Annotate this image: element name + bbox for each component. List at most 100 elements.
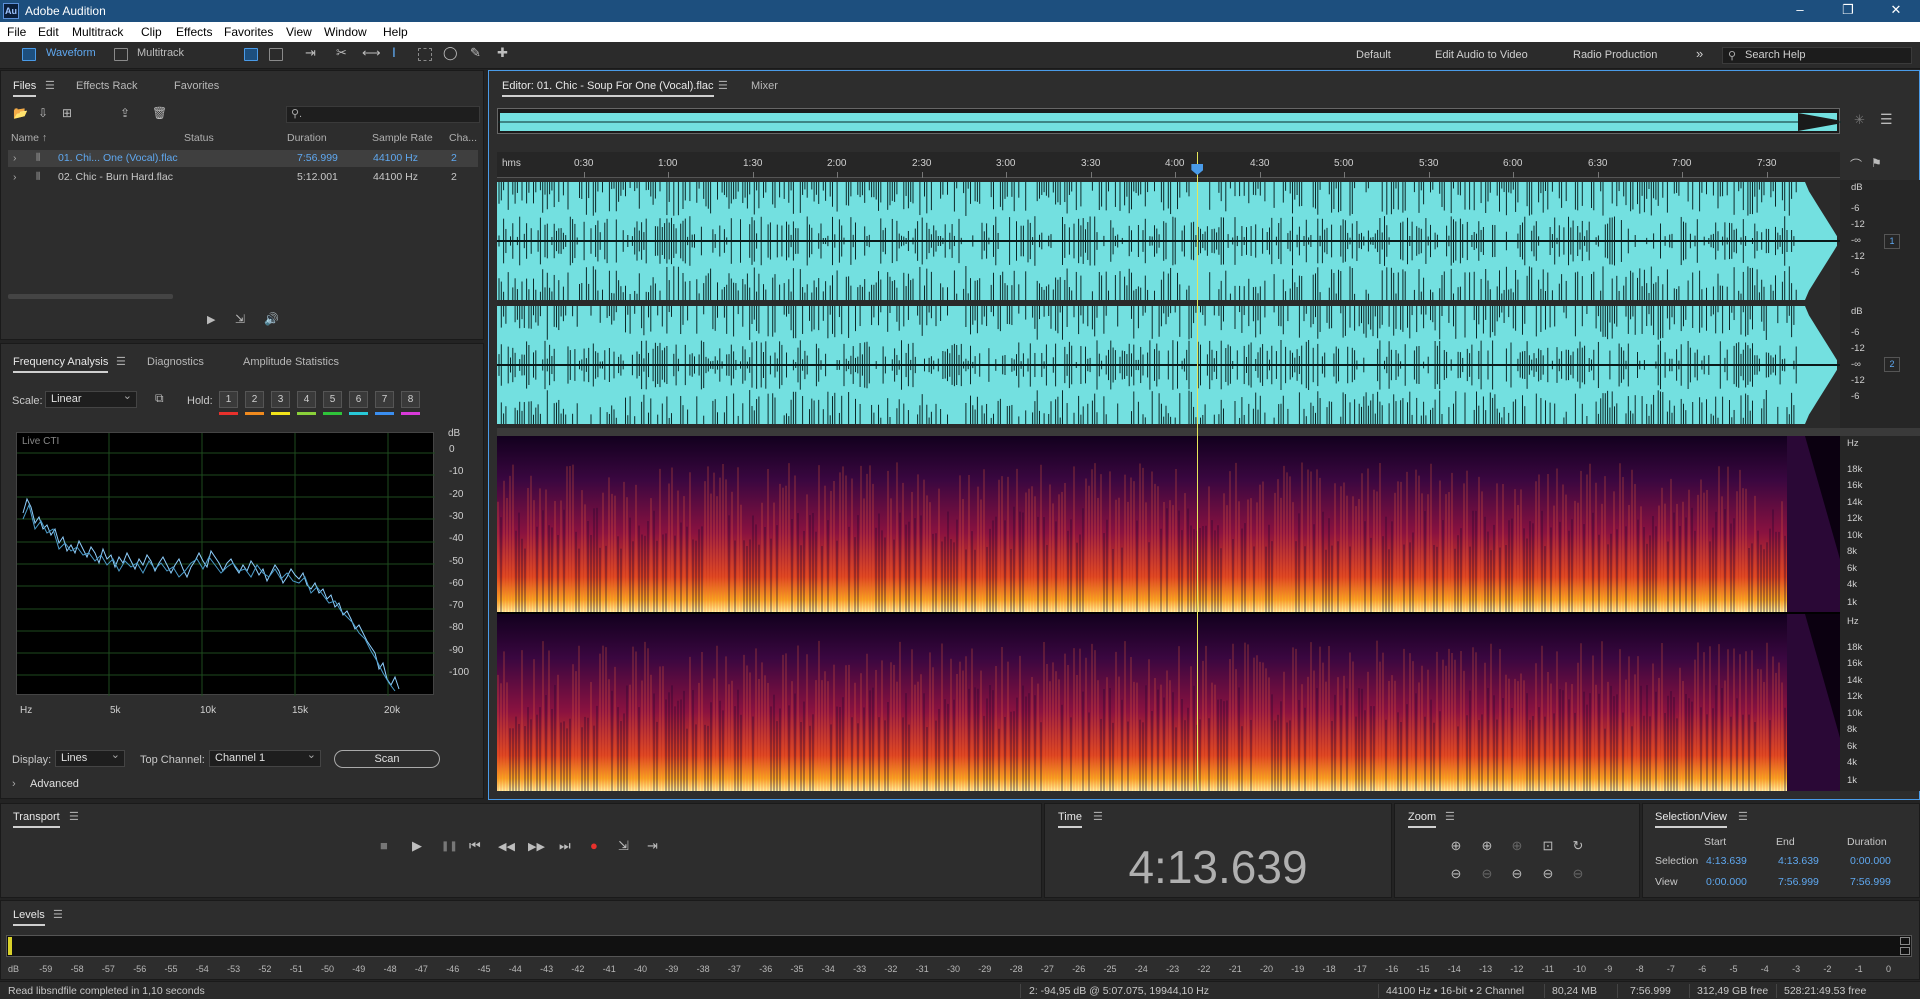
marquee-tool-icon[interactable] — [418, 48, 432, 61]
zoom-out-time-icon[interactable]: ⊖ — [1479, 866, 1495, 882]
menu-file[interactable]: File — [7, 25, 26, 39]
scan-button[interactable]: Scan — [334, 750, 440, 768]
zoom-menu-icon[interactable]: ☰ — [1445, 810, 1455, 823]
rewind-button[interactable]: ◀◀ — [498, 840, 515, 853]
open-file-icon[interactable]: 📂 — [13, 106, 28, 120]
zoom-out-full-icon[interactable]: ⊖ — [1570, 866, 1586, 882]
snap-icon[interactable]: ⌒ — [1850, 156, 1862, 173]
channel-1-toggle[interactable]: 1 — [1884, 234, 1900, 249]
show-spectral-icon[interactable] — [269, 48, 283, 61]
column-duration[interactable]: Duration — [287, 132, 327, 144]
import-file-icon[interactable]: ⇩ — [38, 106, 48, 120]
view-end-field[interactable]: 7:56.999 — [1778, 876, 1819, 888]
advanced-toggle[interactable]: Advanced — [30, 778, 79, 790]
tab-favorites[interactable]: Favorites — [174, 80, 219, 92]
column-name[interactable]: Name ↑ — [11, 132, 47, 144]
lasso-tool-icon[interactable]: ◯ — [443, 45, 458, 61]
expand-chevron-icon[interactable]: › — [13, 152, 17, 164]
transport-menu-icon[interactable]: ☰ — [69, 810, 79, 823]
selection-view-menu-icon[interactable]: ☰ — [1738, 810, 1748, 823]
show-waveform-icon[interactable] — [244, 48, 258, 61]
editor-options-icon[interactable]: ☰ — [1880, 111, 1893, 128]
menu-edit[interactable]: Edit — [38, 25, 59, 39]
slip-tool-icon[interactable]: ⟷ — [362, 45, 381, 61]
tab-frequency-analysis[interactable]: Frequency Analysis — [13, 356, 109, 373]
maximize-button[interactable]: ❐ — [1828, 2, 1868, 18]
stop-button[interactable]: ■ — [380, 838, 388, 853]
waveform-view-button[interactable]: Waveform — [46, 47, 96, 59]
hold-button-5[interactable]: 5 — [323, 391, 342, 408]
hold-button-6[interactable]: 6 — [349, 391, 368, 408]
menu-help[interactable]: Help — [383, 25, 408, 39]
spot-healing-tool-icon[interactable]: ✚ — [497, 45, 508, 61]
playhead[interactable] — [1197, 152, 1199, 791]
zoom-in-time-icon[interactable]: ⊕ — [1479, 838, 1495, 854]
delete-file-icon[interactable]: 🗑 — [152, 106, 167, 120]
more-workspaces-button[interactable]: » — [1696, 46, 1703, 61]
lock-to-cti-icon[interactable]: ⧉ — [155, 391, 164, 406]
overview-bar[interactable] — [497, 108, 1841, 134]
time-selection-tool-icon[interactable]: I — [392, 44, 396, 60]
view-duration-field[interactable]: 7:56.999 — [1850, 876, 1891, 888]
multitrack-view-button[interactable]: Multitrack — [137, 47, 184, 59]
loop-playback-button[interactable]: ⇲ — [618, 838, 629, 854]
menu-view[interactable]: View — [286, 25, 312, 39]
zoom-reset-icon[interactable]: ↻ — [1570, 838, 1586, 854]
clip-indicator-right[interactable] — [1900, 947, 1910, 955]
autoplay-icon[interactable]: 🔊 — [264, 312, 279, 326]
play-button[interactable]: ▶ — [412, 838, 422, 854]
time-menu-icon[interactable]: ☰ — [1093, 810, 1103, 823]
files-panel-menu-icon[interactable]: ☰ — [45, 79, 55, 92]
razor-tool-icon[interactable]: ✂ — [336, 45, 347, 61]
tab-amplitude-statistics[interactable]: Amplitude Statistics — [243, 356, 339, 368]
spectral-divider[interactable] — [497, 428, 1920, 436]
tab-files[interactable]: Files — [13, 80, 37, 97]
zoom-selection-icon[interactable]: ⊡ — [1540, 838, 1556, 854]
zoom-tracks-icon[interactable]: ✳ — [1854, 112, 1865, 128]
display-select[interactable]: Lines — [55, 748, 125, 767]
zoom-out-in-point-icon[interactable]: ⊖ — [1509, 866, 1525, 882]
move-to-end-button[interactable]: ⏭ — [559, 838, 571, 854]
hold-button-3[interactable]: 3 — [271, 391, 290, 408]
advanced-chevron-icon[interactable]: › — [12, 778, 16, 790]
move-tool-icon[interactable]: ⇥ — [305, 45, 316, 61]
current-time-display[interactable]: 4:13.639 — [1044, 840, 1392, 894]
file-row-1[interactable]: › ⫼ 01. Chi... One (Vocal).flac 7:56.999… — [8, 150, 478, 167]
new-file-icon[interactable]: ⊞ — [62, 106, 72, 120]
fast-forward-button[interactable]: ▶▶ — [528, 840, 545, 853]
file-row-2[interactable]: › ⫼ 02. Chic - Burn Hard.flac 5:12.001 4… — [8, 169, 478, 186]
expand-chevron-icon[interactable]: › — [13, 171, 17, 183]
hold-button-2[interactable]: 2 — [245, 391, 264, 408]
insert-into-multitrack-icon[interactable]: ⇪ — [120, 106, 130, 120]
column-sample-rate[interactable]: Sample Rate — [372, 132, 433, 144]
analysis-panel-menu-icon[interactable]: ☰ — [116, 355, 126, 368]
workspace-radio-production[interactable]: Radio Production — [1573, 49, 1657, 61]
brush-tool-icon[interactable]: ✎ — [470, 45, 481, 61]
tab-editor[interactable]: Editor: 01. Chic - Soup For One (Vocal).… — [502, 80, 714, 97]
menu-multitrack[interactable]: Multitrack — [72, 25, 123, 39]
column-channels[interactable]: Cha... — [449, 132, 477, 144]
tab-mixer[interactable]: Mixer — [751, 80, 778, 92]
menu-window[interactable]: Window — [324, 25, 367, 39]
loop-preview-icon[interactable]: ⇲ — [235, 312, 245, 326]
channel-2-toggle[interactable]: 2 — [1884, 357, 1900, 372]
levels-menu-icon[interactable]: ☰ — [53, 908, 63, 921]
marker-icon[interactable]: ⚑ — [1871, 156, 1882, 170]
move-to-start-button[interactable]: ⏮ — [469, 838, 481, 854]
editor-panel-menu-icon[interactable]: ☰ — [718, 79, 728, 92]
zoom-out-out-point-icon[interactable]: ⊖ — [1540, 866, 1556, 882]
pause-button[interactable]: ❚❚ — [441, 841, 458, 852]
menu-clip[interactable]: Clip — [141, 25, 162, 39]
play-preview-icon[interactable]: ▶ — [207, 313, 215, 326]
close-button[interactable]: ✕ — [1876, 2, 1916, 18]
zoom-in-point-icon[interactable]: ⊕ — [1509, 838, 1525, 854]
menu-favorites[interactable]: Favorites — [224, 25, 273, 39]
minimize-button[interactable]: – — [1780, 2, 1820, 17]
waveform-display[interactable] — [497, 180, 1840, 428]
files-search-input[interactable]: ⚲. — [286, 106, 480, 123]
top-channel-select[interactable]: Channel 1 — [209, 748, 321, 767]
hold-button-1[interactable]: 1 — [219, 391, 238, 408]
workspace-default[interactable]: Default — [1356, 49, 1391, 61]
clip-indicator-left[interactable] — [1900, 937, 1910, 945]
search-help-input[interactable]: ⚲ Search Help — [1722, 47, 1912, 64]
